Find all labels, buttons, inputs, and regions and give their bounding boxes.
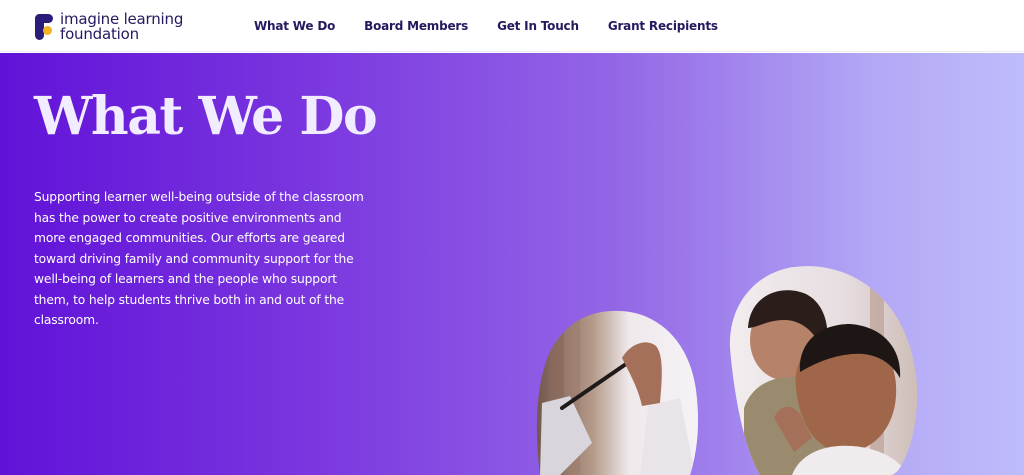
brand-logo[interactable]: imagine learning foundation xyxy=(34,11,183,43)
logo-mark-icon xyxy=(34,12,54,42)
hero-photo-collage xyxy=(536,266,918,475)
page-title: What We Do xyxy=(34,86,378,147)
hero-description: Supporting learner well-being outside of… xyxy=(34,190,364,327)
hero-section: What We Do Supporting learner well-being… xyxy=(0,53,1024,475)
nav-item-what-we-do[interactable]: What We Do xyxy=(254,19,335,33)
logo-line-2: foundation xyxy=(60,25,139,43)
logo-wordmark: imagine learning foundation xyxy=(60,12,183,42)
nav-item-board-members[interactable]: Board Members xyxy=(364,19,468,33)
left-photo xyxy=(536,310,699,475)
nav-item-get-in-touch[interactable]: Get In Touch xyxy=(497,19,579,33)
right-photo xyxy=(729,266,918,475)
nav-item-grant-recipients[interactable]: Grant Recipients xyxy=(608,19,718,33)
main-nav: What We Do Board Members Get In Touch Gr… xyxy=(254,0,747,52)
site-header: imagine learning foundation What We Do B… xyxy=(0,0,1024,52)
